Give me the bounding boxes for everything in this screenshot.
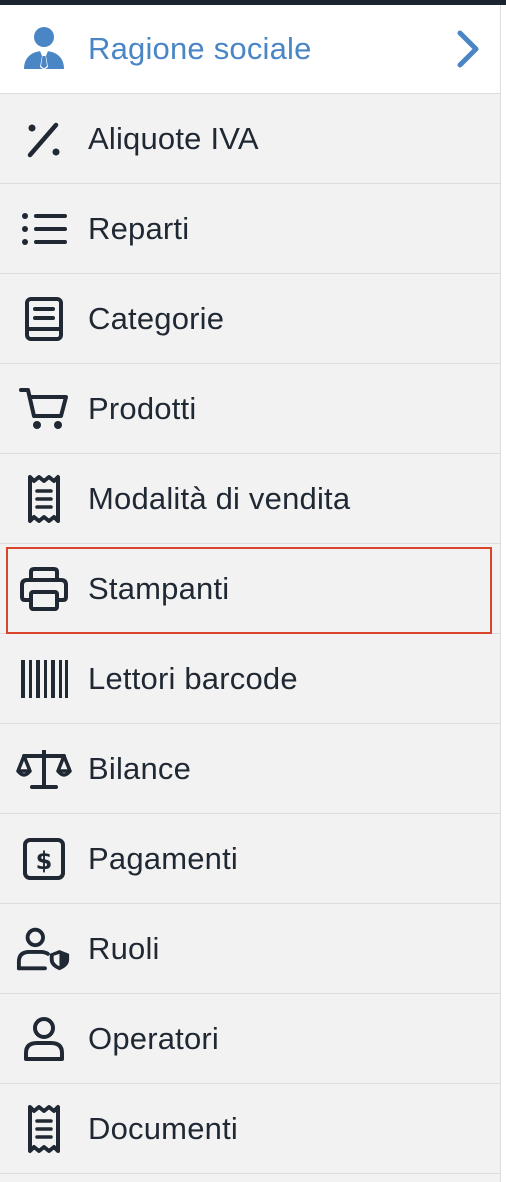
user-icon [16, 1011, 72, 1067]
scale-icon [16, 741, 72, 797]
menu-item-modalita-di-vendita[interactable]: Modalità di vendita [0, 454, 500, 544]
menu-item-categorie[interactable]: Categorie [0, 274, 500, 364]
menu-item-ruoli[interactable]: Ruoli [0, 904, 500, 994]
menu-item-label: Lettori barcode [88, 660, 298, 696]
scrollbar-track[interactable] [500, 5, 506, 1182]
menu-item-label: Documenti [88, 1110, 238, 1146]
menu-item-operatori[interactable]: Operatori [0, 994, 500, 1084]
menu-item-pagamenti[interactable]: $ Pagamenti [0, 814, 500, 904]
menu-item-reparti[interactable]: Reparti [0, 184, 500, 274]
menu-item-ragione-sociale[interactable]: Ragione sociale [0, 5, 500, 94]
svg-text:$: $ [36, 847, 53, 875]
barcode-icon [16, 651, 72, 707]
menu-item-label: Reparti [88, 210, 190, 246]
user-shield-icon [16, 921, 72, 977]
list-icon [16, 201, 72, 257]
percent-icon [16, 111, 72, 167]
menu-item-label: Ruoli [88, 930, 160, 966]
book-icon [16, 291, 72, 347]
menu-item-label: Categorie [88, 300, 225, 336]
menu-item-prodotti[interactable]: Prodotti [0, 364, 500, 454]
menu-item-label: Modalità di vendita [88, 480, 351, 516]
dollar-icon: $ [16, 831, 72, 887]
menu-item-label: Stampanti [88, 570, 230, 606]
receipt-icon [16, 471, 72, 527]
menu-item-label: Bilance [88, 750, 192, 786]
printer-icon [16, 561, 72, 617]
menu-item-label: Pagamenti [88, 840, 239, 876]
menu-item-label: Ragione sociale [88, 31, 312, 66]
selection-highlight [6, 547, 492, 634]
menu-item-stampanti[interactable]: Stampanti [0, 544, 500, 634]
menu-item-label: Aliquote IVA [88, 120, 259, 156]
menu-item-bilance[interactable]: Bilance [0, 724, 500, 814]
settings-menu: Ragione sociale Aliquote IVA Reparti Cat… [0, 5, 500, 1182]
business-person-icon [16, 21, 72, 77]
menu-item-aliquote-iva[interactable]: Aliquote IVA [0, 94, 500, 184]
menu-item-documenti[interactable]: Documenti [0, 1084, 500, 1174]
menu-item-lettori-barcode[interactable]: Lettori barcode [0, 634, 500, 724]
cart-icon [16, 381, 72, 437]
chevron-right-icon[interactable] [454, 29, 482, 69]
menu-item-label: Operatori [88, 1020, 220, 1056]
menu-item-label: Prodotti [88, 390, 197, 426]
receipt-icon [16, 1101, 72, 1157]
